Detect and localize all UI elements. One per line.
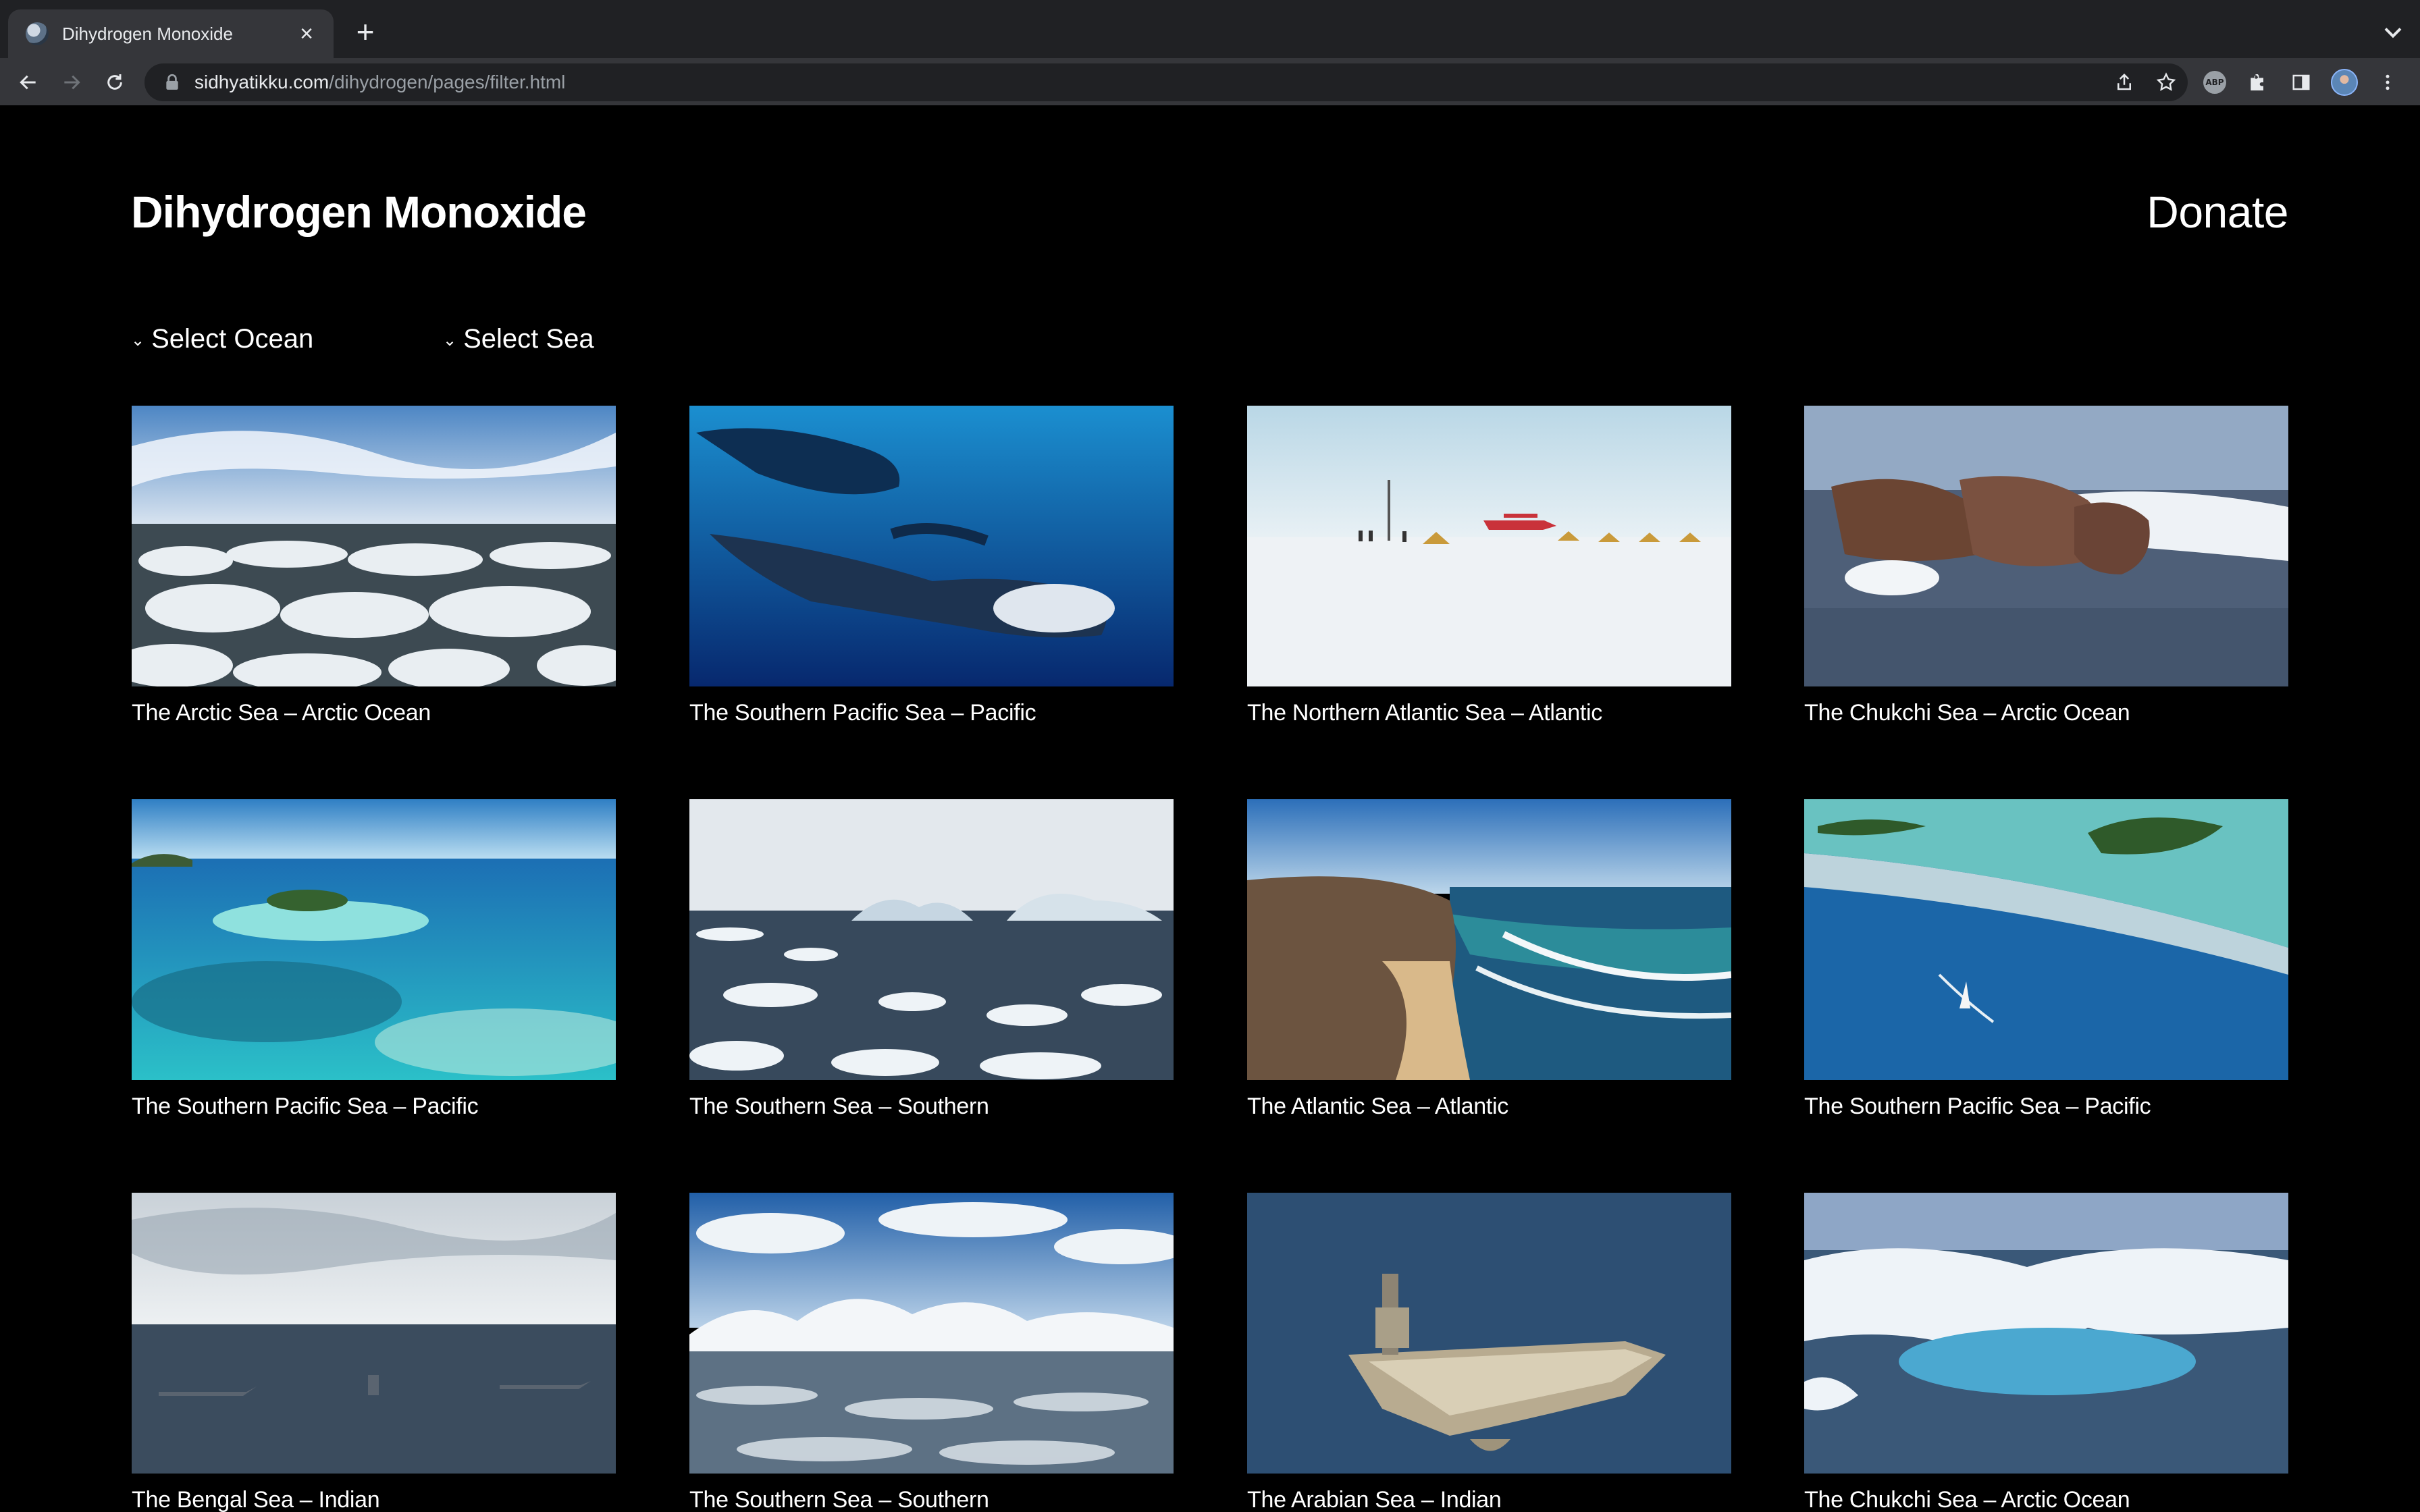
donate-link[interactable]: Donate xyxy=(2147,186,2288,238)
new-tab-button[interactable]: + xyxy=(348,15,382,49)
sea-card[interactable]: The Southern Pacific Sea – Pacific xyxy=(1804,799,2288,1120)
select-sea-label: Select Sea xyxy=(463,324,594,354)
sea-card[interactable]: The Southern Sea – Southern xyxy=(689,1193,1174,1512)
browser-menu-icon[interactable] xyxy=(2373,68,2402,97)
url-host: sidhyatikku.com xyxy=(194,72,330,92)
sea-card[interactable]: The Chukchi Sea – Arctic Ocean xyxy=(1804,1193,2288,1512)
sea-photo xyxy=(1247,1193,1731,1474)
back-arrow-icon[interactable] xyxy=(14,68,43,97)
sea-card[interactable]: The Arabian Sea – Indian xyxy=(1247,1193,1731,1512)
sea-card[interactable]: The Arctic Sea – Arctic Ocean xyxy=(132,406,616,726)
close-tab-icon[interactable]: × xyxy=(293,20,320,47)
reload-icon[interactable] xyxy=(100,68,130,97)
sea-caption: The Chukchi Sea – Arctic Ocean xyxy=(1804,700,2130,726)
sea-caption: The Chukchi Sea – Arctic Ocean xyxy=(1804,1487,2130,1512)
sea-caption: The Southern Pacific Sea – Pacific xyxy=(1804,1094,2151,1119)
sea-photo xyxy=(689,1193,1174,1474)
sea-caption: The Southern Pacific Sea – Pacific xyxy=(132,1094,479,1119)
avatar xyxy=(2331,69,2358,96)
sea-caption: The Northern Atlantic Sea – Atlantic xyxy=(1247,700,1602,726)
chevron-down-icon: ⌄ xyxy=(443,331,457,350)
select-ocean-label: Select Ocean xyxy=(151,324,314,354)
sea-photo xyxy=(132,799,616,1080)
site-favicon-icon xyxy=(26,22,49,45)
sea-photo xyxy=(1247,799,1731,1080)
tab-title: Dihydrogen Monoxide xyxy=(62,23,233,44)
sea-photo xyxy=(132,406,616,686)
sea-caption: The Bengal Sea – Indian xyxy=(132,1487,380,1512)
extensions-puzzle-icon[interactable] xyxy=(2243,68,2273,97)
sea-card[interactable]: The Bengal Sea – Indian xyxy=(132,1193,616,1512)
profile-avatar[interactable] xyxy=(2330,68,2359,97)
sea-photo xyxy=(689,799,1174,1080)
chevron-down-icon: ⌄ xyxy=(131,331,145,350)
share-icon[interactable] xyxy=(2109,68,2139,97)
site-title[interactable]: Dihydrogen Monoxide xyxy=(131,186,587,238)
browser-tab-strip: Dihydrogen Monoxide × + xyxy=(0,0,2420,58)
sea-card[interactable]: The Southern Pacific Sea – Pacific xyxy=(689,406,1174,726)
side-panel-icon[interactable] xyxy=(2286,68,2316,97)
sea-card[interactable]: The Atlantic Sea – Atlantic xyxy=(1247,799,1731,1120)
sea-caption: The Southern Sea – Southern xyxy=(689,1487,989,1512)
adblock-extension-icon[interactable]: ABP xyxy=(2200,68,2230,97)
sea-photo xyxy=(1804,1193,2288,1474)
lock-icon xyxy=(166,74,178,90)
url-path: /dihydrogen/pages/filter.html xyxy=(329,72,566,92)
sea-photo xyxy=(1804,406,2288,686)
sea-caption: The Southern Sea – Southern xyxy=(689,1094,989,1119)
browser-tab-active[interactable]: Dihydrogen Monoxide × xyxy=(8,9,334,58)
address-bar[interactable]: sidhyatikku.com/dihydrogen/pages/filter.… xyxy=(144,63,2188,101)
browser-toolbar: sidhyatikku.com/dihydrogen/pages/filter.… xyxy=(0,58,2420,107)
sea-caption: The Arabian Sea – Indian xyxy=(1247,1487,1502,1512)
sea-caption: The Southern Pacific Sea – Pacific xyxy=(689,700,1036,726)
sea-photo xyxy=(132,1193,616,1474)
sea-caption: The Atlantic Sea – Atlantic xyxy=(1247,1094,1508,1119)
sea-photo xyxy=(1247,406,1731,686)
sea-card[interactable]: The Southern Sea – Southern xyxy=(689,799,1174,1120)
sea-card[interactable]: The Chukchi Sea – Arctic Ocean xyxy=(1804,406,2288,726)
sea-caption: The Arctic Sea – Arctic Ocean xyxy=(132,700,431,726)
sea-card[interactable]: The Southern Pacific Sea – Pacific xyxy=(132,799,616,1120)
select-sea-dropdown[interactable]: ⌄ Select Sea xyxy=(443,324,594,354)
sea-photo xyxy=(689,406,1174,686)
sea-photo xyxy=(1804,799,2288,1080)
sea-card[interactable]: The Northern Atlantic Sea – Atlantic xyxy=(1247,406,1731,726)
bookmark-star-icon[interactable] xyxy=(2151,68,2181,97)
tab-search-chevron-icon[interactable] xyxy=(2378,18,2408,47)
adblock-label: ABP xyxy=(2203,71,2226,94)
forward-arrow-icon[interactable] xyxy=(57,68,86,97)
select-ocean-dropdown[interactable]: ⌄ Select Ocean xyxy=(131,324,313,354)
